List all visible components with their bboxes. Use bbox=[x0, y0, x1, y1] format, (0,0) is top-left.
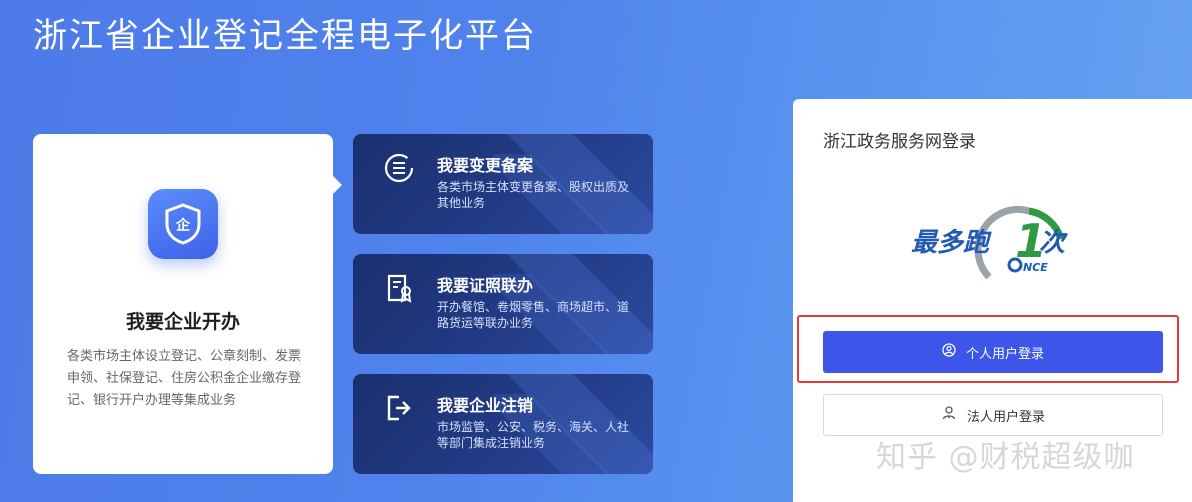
personal-login-button[interactable]: 个人用户登录 bbox=[823, 331, 1163, 373]
card-pointer bbox=[333, 176, 342, 194]
shield-enterprise-icon: 企 bbox=[148, 189, 218, 259]
exit-icon bbox=[383, 392, 415, 424]
enterprise-setup-description: 各类市场主体设立登记、公章刻制、发票申领、社保登记、住房公积金企业缴存登记、银行… bbox=[67, 349, 302, 408]
enterprise-setup-card[interactable]: 企 我要企业开办 各类市场主体设立登记、公章刻制、发票申领、社保登记、住房公积金… bbox=[33, 134, 342, 474]
change-filing-title: 我要变更备案 bbox=[437, 156, 534, 175]
joint-license-card[interactable]: 我要证照联办 开办餐馆、卷烟零售、商场超市、道路货运等联办业务 bbox=[353, 254, 653, 354]
login-title: 浙江政务服务网登录 bbox=[823, 132, 976, 152]
change-filing-description: 各类市场主体变更备案、股权出质及其他业务 bbox=[437, 180, 630, 210]
corporate-user-icon bbox=[941, 405, 957, 425]
corporate-login-button[interactable]: 法人用户登录 bbox=[823, 394, 1163, 436]
list-circle-icon bbox=[383, 152, 415, 184]
zhihu-watermark: 知乎 @财税超级咖 bbox=[876, 440, 1135, 475]
change-filing-card[interactable]: 我要变更备案 各类市场主体变更备案、股权出质及其他业务 bbox=[353, 134, 653, 234]
deregistration-title: 我要企业注销 bbox=[437, 396, 534, 415]
page-title: 浙江省企业登记全程电子化平台 bbox=[33, 16, 537, 56]
user-circle-icon bbox=[942, 343, 956, 361]
personal-login-label: 个人用户登录 bbox=[965, 346, 1044, 362]
joint-license-title: 我要证照联办 bbox=[437, 276, 534, 295]
svg-text:最多跑: 最多跑 bbox=[911, 228, 992, 258]
deregistration-card[interactable]: 我要企业注销 市场监管、公安、税务、海关、人社等部门集成注销业务 bbox=[353, 374, 653, 474]
svg-text:NCE: NCE bbox=[1023, 261, 1048, 274]
deregistration-description: 市场监管、公安、税务、海关、人社等部门集成注销业务 bbox=[437, 420, 630, 450]
enterprise-setup-title: 我要企业开办 bbox=[125, 311, 240, 333]
corporate-login-label: 法人用户登录 bbox=[966, 409, 1045, 425]
zuiduo-paoyici-logo: 最多跑 1 次 NCE bbox=[911, 199, 1081, 294]
joint-license-description: 开办餐馆、卷烟零售、商场超市、道路货运等联办业务 bbox=[437, 300, 630, 330]
license-icon bbox=[383, 272, 415, 304]
svg-text:次: 次 bbox=[1039, 228, 1069, 258]
svg-text:企: 企 bbox=[175, 217, 191, 234]
